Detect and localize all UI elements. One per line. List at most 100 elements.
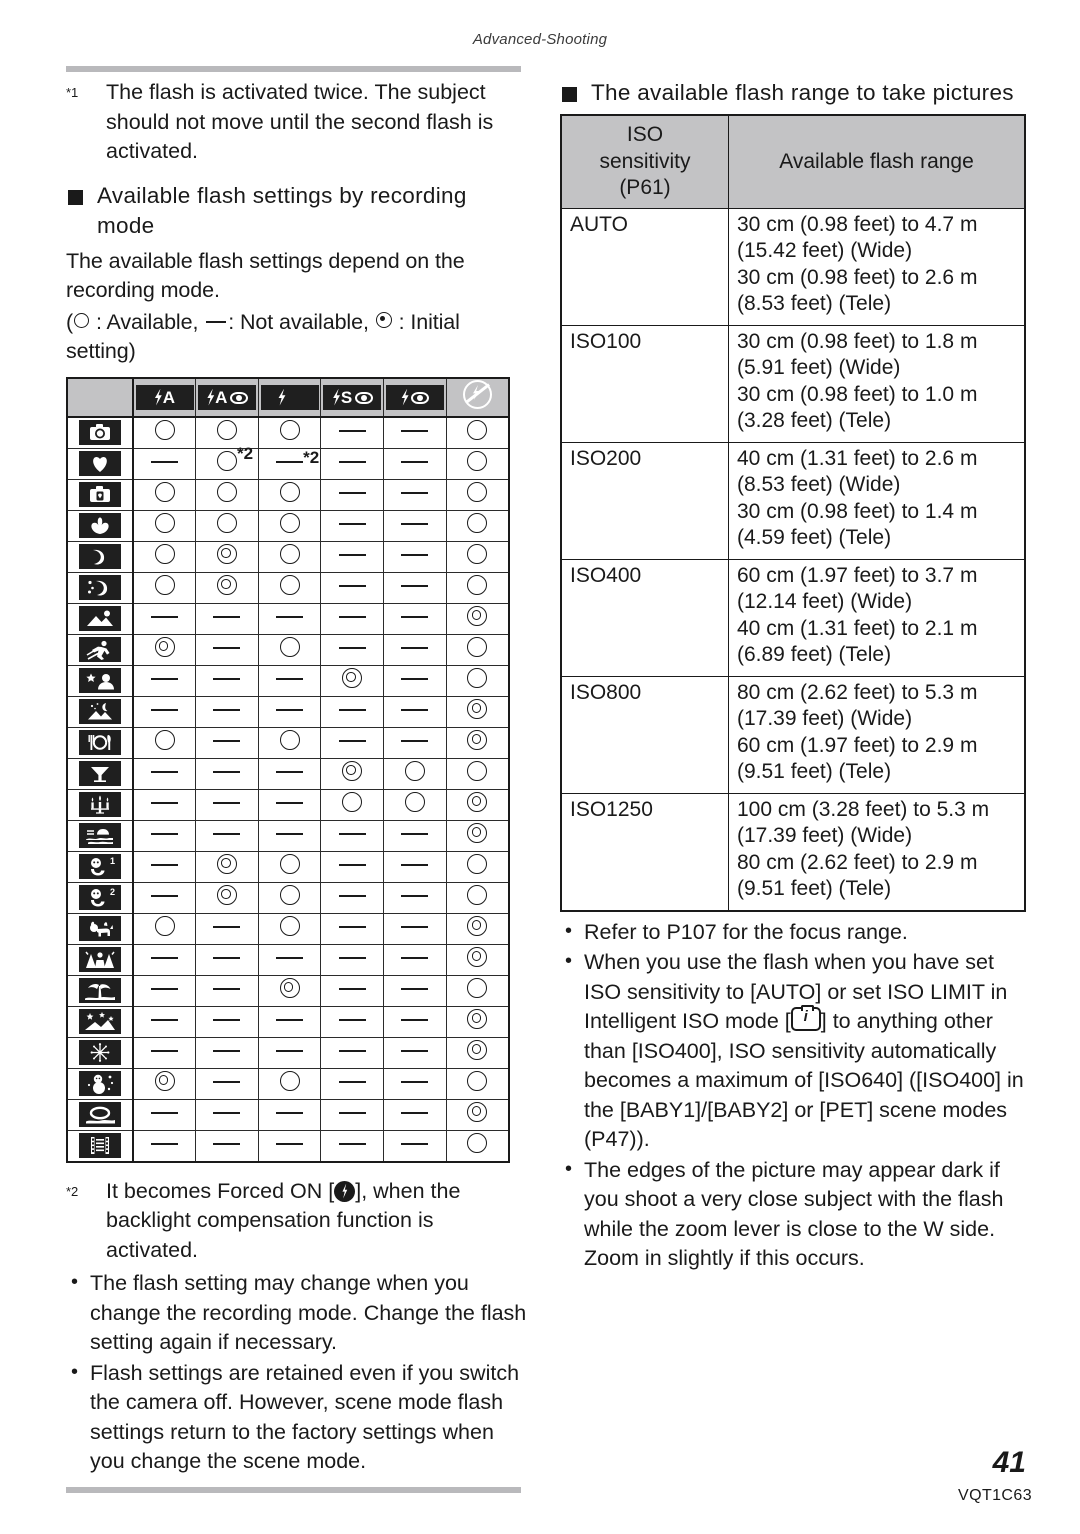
mark-not-available (338, 956, 366, 959)
matrix-cell (383, 1067, 447, 1100)
mark-initial-setting (279, 978, 300, 998)
iso-table-row: ISO800 80 cm (2.62 feet) to 5.3 m (17.39 f… (560, 675, 1026, 794)
iso-range-line: 30 cm (0.98 feet) to 4.7 m (737, 212, 978, 236)
matrix-cell (195, 881, 259, 914)
mark-not-available (401, 646, 429, 649)
mark-available (279, 916, 300, 936)
footnote-2-marker: *2 (66, 1183, 79, 1199)
matrix-cell (320, 881, 385, 914)
mark-not-available (401, 553, 429, 556)
intro-paragraph: The available flash settings depend on t… (66, 248, 465, 303)
matrix-cell (383, 633, 447, 666)
party-mode-icon (79, 761, 121, 786)
matrix-cell (195, 695, 259, 728)
mark-not-available (213, 677, 241, 680)
iso-sensitivity-cell: ISO1250 (560, 792, 729, 911)
mark-initial-setting (467, 730, 488, 750)
self-portrait-mode-icon (79, 575, 121, 600)
iso-range-line: 40 cm (1.31 feet) to 2.1 m (737, 616, 978, 640)
iso-range-line: 30 cm (0.98 feet) to 1.4 m (737, 499, 978, 523)
soft-skin-mode-icon (79, 482, 121, 507)
matrix-cell (445, 695, 510, 728)
portrait-mode-icon (79, 451, 121, 476)
right-bullet-3: The edges of the picture may appear dark… (560, 1155, 1030, 1274)
flash-auto-icon: A (135, 384, 194, 410)
mark-available (279, 730, 300, 750)
iso-range-cell: 80 cm (2.62 feet) to 5.3 m (17.39 feet) (… (728, 675, 1026, 794)
mark-not-available (338, 615, 366, 618)
mark-available (154, 544, 175, 564)
matrix-cell (132, 788, 197, 821)
matrix-header-flash-auto-redeye: A (195, 377, 259, 418)
matrix-cell (257, 881, 322, 914)
footnote-1-text: The flash is activated twice. The subjec… (106, 80, 494, 163)
matrix-header-mode-cell (66, 377, 134, 418)
matrix-cell (132, 602, 197, 635)
mark-available (467, 637, 488, 657)
right-bullet-2: When you use the flash when you have set… (560, 947, 1030, 1155)
mark-not-available (338, 1111, 366, 1114)
iso-range-line: (17.39 feet) (Wide) (737, 707, 913, 730)
mark-not-available (338, 460, 366, 463)
mark-available (467, 575, 488, 595)
mark-initial-setting (216, 885, 237, 905)
iso-table-row: AUTO 30 cm (0.98 feet) to 4.7 m (15.42 fee… (560, 207, 1026, 326)
iso-range-line: (12.14 feet) (Wide) (737, 590, 913, 613)
iso-sensitivity-header-cell: ISO sensitivity (P61) (560, 114, 729, 209)
matrix-cell (383, 974, 447, 1007)
mark-not-available (151, 460, 179, 463)
matrix-header-row: A A S (66, 377, 510, 418)
matrix-cell (195, 509, 259, 542)
matrix-cell (383, 602, 447, 635)
table-row (66, 1036, 510, 1069)
matrix-cell (257, 478, 322, 511)
matrix-cell (257, 1067, 322, 1100)
matrix-row-mode-cell (66, 1129, 134, 1162)
table-row (66, 416, 510, 449)
left-bullet-1: The flash setting may change when you ch… (66, 1268, 528, 1358)
matrix-cell (320, 819, 385, 852)
iso-range-line: 60 cm (1.97 feet) to 3.7 m (737, 563, 978, 587)
matrix-cell (445, 788, 510, 821)
matrix-row-mode-cell (66, 664, 134, 697)
matrix-cell (195, 1129, 259, 1162)
iso-range-cell: 100 cm (3.28 feet) to 5.3 m (17.39 feet) … (728, 792, 1026, 911)
matrix-header-flash-forced-on (257, 377, 322, 418)
table-row (66, 633, 510, 666)
mark-available (279, 513, 300, 533)
portrait-night-mode-icon (79, 544, 121, 569)
mark-not-available (213, 1018, 241, 1021)
matrix-cell (320, 540, 385, 573)
matrix-cell (320, 602, 385, 635)
legend-line: ( : Available, : Not available, : Initia… (66, 308, 528, 367)
mark-available (467, 978, 488, 998)
matrix-header-flash-auto: A (132, 377, 197, 418)
matrix-cell (195, 819, 259, 852)
mark-not-available (338, 1142, 366, 1145)
mark-not-available (338, 522, 366, 525)
iso-sensitivity-cell: ISO800 (560, 675, 729, 794)
mark-not-available (401, 894, 429, 897)
mark-not-available (213, 1049, 241, 1052)
mark-not-available (338, 1049, 366, 1052)
mark-not-available (401, 1142, 429, 1145)
mark-not-available (276, 708, 304, 711)
iso-range-cell: 40 cm (1.31 feet) to 2.6 m (8.53 feet) (W… (728, 441, 1026, 560)
matrix-cell (195, 757, 259, 790)
iso-header-line-1: ISO (626, 123, 664, 146)
mark-not-available (213, 708, 241, 711)
header-rule (66, 66, 521, 72)
matrix-cell (320, 478, 385, 511)
svg-text:1: 1 (110, 856, 115, 866)
iso-range-line: (3.28 feet) (Tele) (737, 409, 892, 432)
mark-not-available (151, 894, 179, 897)
intelligent-iso-camera-icon (790, 1005, 821, 1031)
snow-mode-icon (79, 1071, 121, 1096)
iso-table-row: ISO1250 100 cm (3.28 feet) to 5.3 m (17.39… (560, 792, 1026, 911)
beach-mode-icon (79, 978, 121, 1003)
iso-range-line: 30 cm (0.98 feet) to 1.8 m (737, 329, 978, 353)
matrix-cell (445, 478, 510, 511)
matrix-cell (445, 881, 510, 914)
matrix-cell (195, 1067, 259, 1100)
footnote-1: *1 The flash is activated twice. The sub… (66, 78, 528, 167)
